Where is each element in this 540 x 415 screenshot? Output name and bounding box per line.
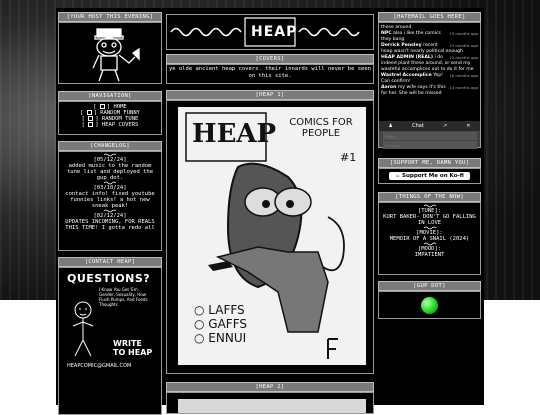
heap1-cover-box[interactable]: HEAP COMICS FOR PEOPLE #1 ○ LAFFS ○ GAFF… xyxy=(166,100,374,374)
user-icon[interactable]: ♟ xyxy=(389,123,393,129)
cover-logo: HEAP xyxy=(192,119,277,149)
cover-list-item: ○ LAFFS xyxy=(194,303,245,317)
chat-name-input[interactable] xyxy=(383,132,477,140)
heap2-header: [HEAP 2] xyxy=(166,382,374,392)
covers-header: [COVERS] xyxy=(166,54,374,64)
poster-figure xyxy=(72,301,94,357)
host-avatar xyxy=(92,28,140,82)
nav-header: [NAVIGATION] xyxy=(58,91,162,101)
cover-list-item: ○ GAFFS xyxy=(194,317,248,331)
chat-message: 15 months ago NPC also i like the comics … xyxy=(381,31,478,42)
close-icon[interactable]: ✕ xyxy=(466,123,470,129)
movie-value: MEMOIR OF A SNAIL (2024) xyxy=(389,236,470,242)
heap1-header: [HEAP 1] xyxy=(166,90,374,100)
square-icon xyxy=(99,104,105,109)
right-column: [HATEMAIL GOES HERE] these around 15 mon… xyxy=(378,8,481,319)
poster-text: I Know You Got 'Em. Gender, Sexuality, H… xyxy=(99,287,148,307)
chat-message: 15 months ago HEAP ADMIN (REAL) i do inde… xyxy=(381,55,478,72)
external-link-icon[interactable]: ↗ xyxy=(443,123,447,129)
square-icon xyxy=(86,110,92,115)
chat-message: 16 months ago Wastrel Accomplice Yep! Can… xyxy=(381,73,478,84)
gup-dot[interactable] xyxy=(421,296,438,314)
nav-item-heap-covers[interactable]: [ ] HEAP COVERS xyxy=(59,122,161,128)
contact-poster[interactable]: QUESTIONS? I Know You Got 'Em. Gender, S… xyxy=(58,267,162,415)
things-box: [TUNE]: KURT BAKER- DON'T GO FALLING IN … xyxy=(378,202,481,275)
coffee-icon: ☕ xyxy=(395,173,401,179)
chat-message: 15 months ago Derrick Pensley recent heap… xyxy=(381,43,478,54)
gup-header: [GUP DOT] xyxy=(378,281,481,291)
covers-description: ye olde ancient heap covers. their innar… xyxy=(166,64,374,84)
square-icon xyxy=(88,122,94,127)
left-column: [YOUR HOST THIS EVENING] [NAVIGATION] [ … xyxy=(58,8,162,415)
page-frame: [YOUR HOST THIS EVENING] [NAVIGATION] [ … xyxy=(56,8,484,415)
nav-label: HEAP COVERS xyxy=(101,122,139,128)
things-header: [THINGS OF THE NOW] xyxy=(378,192,481,202)
changelog-entry: added music to the random tune list and … xyxy=(66,163,154,181)
chatbox[interactable]: these around 15 months ago NPC also i lik… xyxy=(378,22,481,149)
nav-box: [ ] HOME [ ] RANDOM FUNNY [ ] RANDOM TUN… xyxy=(58,101,162,135)
kofi-box: ☕ Support Me on Ko-fi xyxy=(378,168,481,184)
support-header: [SUPPORT ME, DAMN YOU] xyxy=(378,158,481,168)
host-avatar-box xyxy=(58,22,162,84)
chat-button[interactable]: Chat xyxy=(412,123,424,129)
cover-list-item: ○ ENNUI xyxy=(194,331,247,345)
center-column: HEAP [COVERS] ye olde ancient heap cover… xyxy=(166,8,374,414)
changelog-header: [CHANGELOG] xyxy=(58,141,162,151)
hatemail-header: [HATEMAIL GOES HERE] xyxy=(378,12,481,22)
changelog-entry: contact info! fixed youtube funnies link… xyxy=(65,191,155,209)
changelog-entry: UPDATES INCOMING, FOR REALS THIS TIME! I… xyxy=(65,219,155,231)
cover-tagline: COMICS FOR PEOPLE xyxy=(289,117,353,139)
kofi-button[interactable]: ☕ Support Me on Ko-fi xyxy=(389,172,470,180)
poster-email: HEAPCOMIC@GMAIL.COM xyxy=(67,363,132,369)
contact-header: [CONTACT HEAP] xyxy=(58,257,162,267)
chat-message-input[interactable] xyxy=(383,141,477,149)
heap2-cover-image xyxy=(178,399,366,413)
mood-value: IMPATIENT xyxy=(414,252,445,258)
tune-value: KURT BAKER- DON'T GO FALLING IN LOVE xyxy=(383,214,476,226)
poster-title: QUESTIONS? xyxy=(67,272,151,285)
chat-footer: ♟ Chat ↗ ✕ xyxy=(379,121,480,149)
logo-text: HEAP xyxy=(251,24,298,40)
cover-number: #1 xyxy=(340,151,357,164)
heap1-cover-image: HEAP COMICS FOR PEOPLE #1 ○ LAFFS ○ GAFF… xyxy=(178,107,366,365)
square-icon xyxy=(88,116,94,121)
cover-list: ○ LAFFS ○ GAFFS ○ ENNUI xyxy=(194,303,247,345)
changelog-box: [05/12/24] added music to the random tun… xyxy=(58,151,162,251)
heap2-cover-box[interactable] xyxy=(166,392,374,414)
gup-box xyxy=(378,291,481,319)
site-logo-box: HEAP xyxy=(166,14,374,50)
chat-message: 14 months ago Aaron my wife says it's thi… xyxy=(381,85,478,96)
host-header: [YOUR HOST THIS EVENING] xyxy=(58,12,162,22)
chat-toolbar: ♟ Chat ↗ ✕ xyxy=(379,121,480,131)
poster-write: WRITE TO HEAP xyxy=(113,339,153,357)
